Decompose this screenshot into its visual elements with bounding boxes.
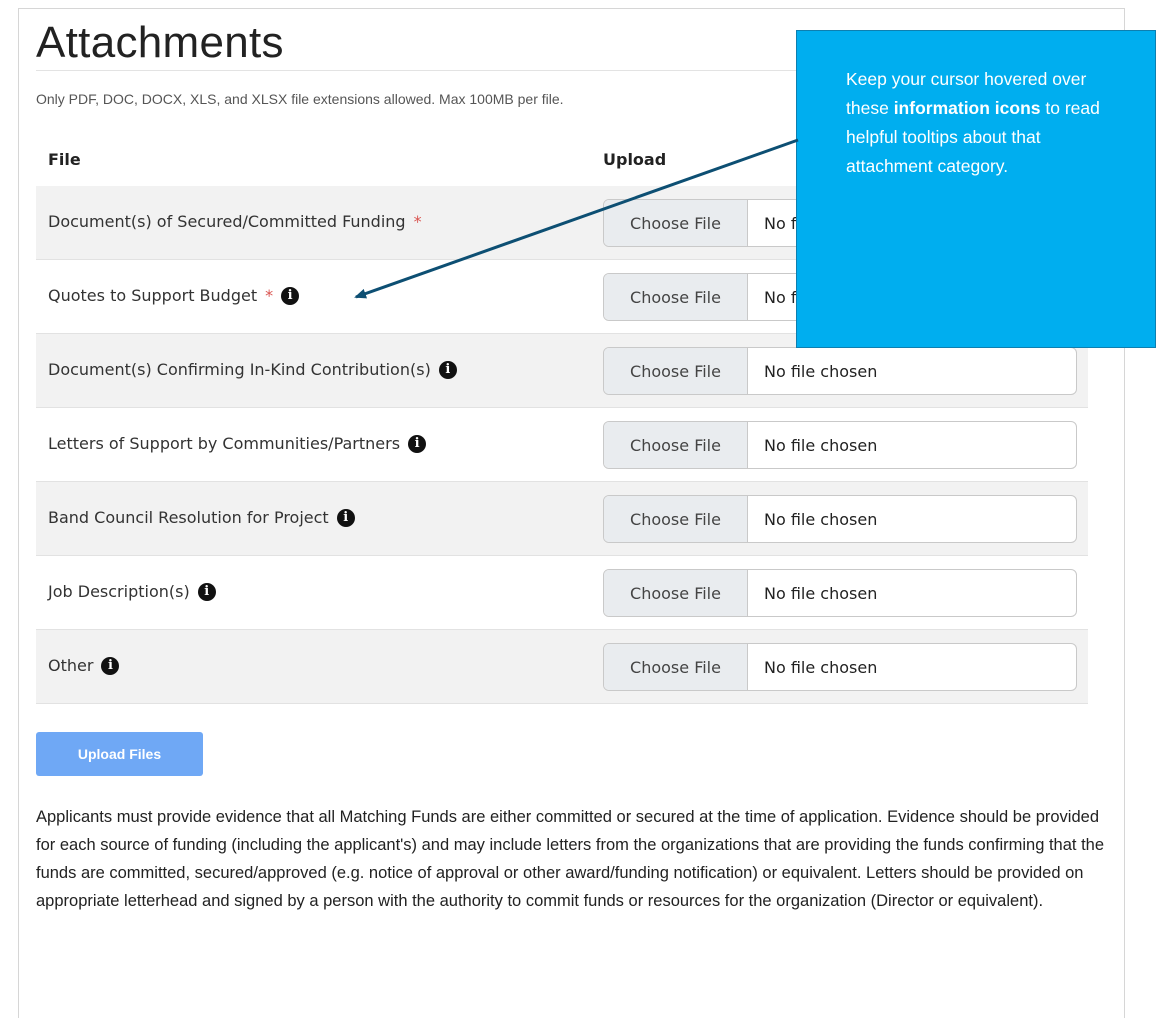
choose-file-button[interactable]: Choose File (604, 570, 748, 616)
info-icon[interactable]: i (336, 508, 355, 527)
required-asterisk: * (413, 212, 422, 231)
choose-file-button[interactable]: Choose File (604, 274, 748, 320)
attachment-label: Other i (48, 656, 120, 675)
attachment-label-text: Letters of Support by Communities/Partne… (48, 434, 401, 453)
file-input[interactable]: Choose File No file chosen (603, 569, 1077, 617)
table-row: Other i Choose File No file chosen (36, 630, 1088, 704)
attachment-label-text: Other (48, 656, 94, 675)
attachment-label-text: Band Council Resolution for Project (48, 508, 329, 527)
tooltip-callout: Keep your cursor hovered over these info… (796, 30, 1156, 348)
file-status: No file chosen (764, 583, 878, 603)
file-status: No file chosen (764, 509, 878, 529)
choose-file-button[interactable]: Choose File (604, 496, 748, 542)
attachment-label-text: Quotes to Support Budget (48, 286, 258, 305)
table-row: Letters of Support by Communities/Partne… (36, 408, 1088, 482)
callout-text-bold: information icons (893, 98, 1041, 118)
file-status: No file chosen (764, 435, 878, 455)
file-input[interactable]: Choose File No file chosen (603, 495, 1077, 543)
info-icon[interactable]: i (101, 656, 120, 675)
attachment-label-text: Job Description(s) (48, 582, 190, 601)
attachment-label: Quotes to Support Budget * i (48, 286, 300, 305)
attachment-label-text: Document(s) of Secured/Committed Funding (48, 212, 406, 231)
choose-file-button[interactable]: Choose File (604, 348, 748, 394)
attachment-label-text: Document(s) Confirming In-Kind Contribut… (48, 360, 431, 379)
column-header-file: File (48, 150, 81, 169)
column-header-upload: Upload (603, 150, 667, 169)
table-row: Band Council Resolution for Project i Ch… (36, 482, 1088, 556)
attachment-label: Document(s) Confirming In-Kind Contribut… (48, 360, 457, 379)
file-status: No file chosen (764, 361, 878, 381)
attachment-label: Letters of Support by Communities/Partne… (48, 434, 427, 453)
choose-file-button[interactable]: Choose File (604, 200, 748, 246)
upload-files-button[interactable]: Upload Files (36, 732, 203, 776)
attachment-label: Document(s) of Secured/Committed Funding… (48, 212, 422, 231)
attachment-label: Band Council Resolution for Project i (48, 508, 355, 527)
page-title: Attachments (36, 18, 284, 67)
matching-funds-note: Applicants must provide evidence that al… (36, 808, 1105, 910)
choose-file-button[interactable]: Choose File (604, 422, 748, 468)
attachment-label: Job Description(s) i (48, 582, 216, 601)
choose-file-button[interactable]: Choose File (604, 644, 748, 690)
file-input[interactable]: Choose File No file chosen (603, 347, 1077, 395)
file-input[interactable]: Choose File No file chosen (603, 643, 1077, 691)
info-icon[interactable]: i (408, 434, 427, 453)
file-requirements-text: Only PDF, DOC, DOCX, XLS, and XLSX file … (36, 91, 564, 107)
file-input[interactable]: Choose File No file chosen (603, 421, 1077, 469)
info-icon[interactable]: i (438, 360, 457, 379)
info-icon[interactable]: i (281, 286, 300, 305)
file-status: No file chosen (764, 657, 878, 677)
table-row: Job Description(s) i Choose File No file… (36, 556, 1088, 630)
required-asterisk: * (265, 286, 274, 305)
info-icon[interactable]: i (197, 582, 216, 601)
